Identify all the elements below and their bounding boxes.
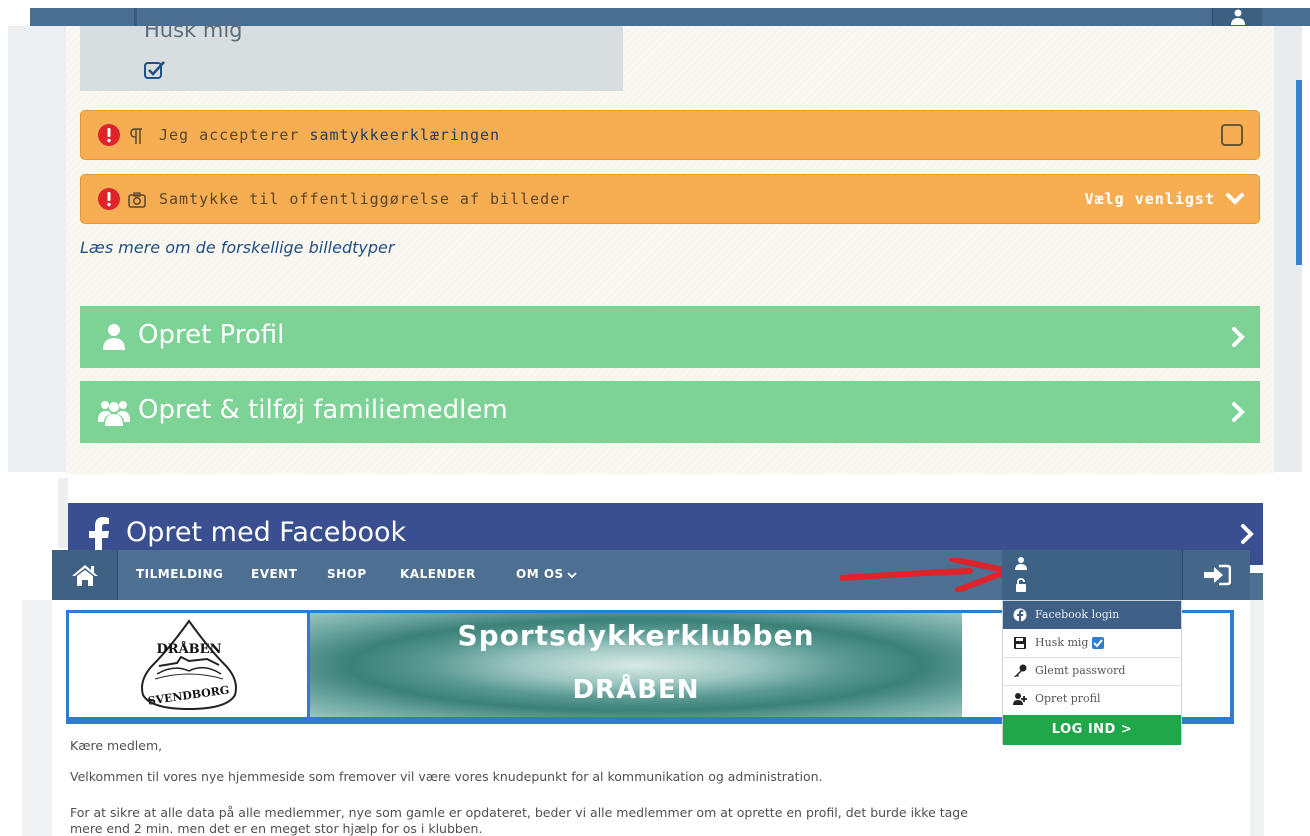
add-family-member-button[interactable]: Opret & tilføj familiemedlem [80,381,1260,443]
photo-consent-label: Samtykke til offentliggørelse af billede… [159,190,571,208]
right-gutter [1250,600,1264,836]
user-icon [1015,557,1027,570]
exclamation-circle-icon [98,124,120,146]
logo-top-text: DRÅBEN [157,641,222,657]
left-gutter [8,26,66,472]
user-plus-icon [1013,693,1027,705]
left-gutter [22,600,52,836]
consent-row[interactable]: Jeg accepterer samtykkeerklæringen [80,110,1260,160]
users-icon [98,401,130,426]
chevron-right-icon [1232,402,1245,422]
user-icon [103,324,125,350]
save-icon [1014,637,1026,649]
camera-icon [128,192,146,208]
nav-om-os-label: OM OS [516,567,564,581]
photo-consent-row[interactable]: Samtykke til offentliggørelse af billede… [80,174,1260,224]
main-navbar: TILMELDING EVENT SHOP KALENDER OM OS [52,550,1250,600]
club-logo: DRÅBEN SVENDBORG [69,613,307,717]
facebook-login-item[interactable]: Facebook login [1003,601,1181,629]
annotation-arrow [840,558,1010,592]
nav-tilmelding[interactable]: TILMELDING [136,567,223,581]
user-menu-button[interactable] [1212,8,1262,26]
add-family-member-label: Opret & tilføj familiemedlem [138,395,508,425]
log-in-button[interactable]: LOG IND > [1003,715,1181,745]
checked-checkbox-icon[interactable] [144,60,166,80]
nav-event[interactable]: EVENT [251,567,297,581]
consent-text: Jeg accepterer samtykkeerklæringen [159,126,500,144]
consent-prefix: Jeg accepterer [159,126,310,144]
chevron-right-icon [1241,524,1254,544]
create-profile-item[interactable]: Opret profil [1003,685,1181,713]
nav-kalender[interactable]: KALENDER [400,567,476,581]
scroll-indicator [1296,80,1302,265]
remember-me-label: Husk mig [144,18,243,42]
sign-in-icon [1204,564,1231,586]
create-profile-label: Opret Profil [138,320,285,350]
facebook-signup-label: Opret med Facebook [126,517,407,548]
login-button[interactable] [1182,550,1250,600]
remember-me-item-label: Husk mig [1035,636,1105,649]
key-icon [1014,664,1027,677]
facebook-login-label: Facebook login [1035,608,1120,621]
home-button[interactable] [52,550,118,600]
registration-form: Husk mig Jeg accepterer samtykkeerklærin… [66,18,1274,474]
remember-me-item[interactable]: Husk mig [1003,629,1181,657]
chevron-right-icon [1232,327,1245,347]
banner-title: Sportsdykkerklubben [457,619,815,652]
remember-me-box: Husk mig [80,18,623,91]
user-icon [1231,9,1245,25]
remember-me-text: Husk mig [1035,636,1089,649]
consent-checkbox[interactable] [1221,124,1243,146]
pilcrow-icon [130,128,142,144]
home-icon [72,565,98,586]
nav-shop[interactable]: SHOP [327,567,367,581]
facebook-icon [1013,608,1027,622]
read-more-link[interactable]: Læs mere om de forskellige billedtyper [80,238,394,257]
profile-paragraph-line2: mere end 2 min. men det er en meget stor… [70,821,483,836]
profile-paragraph-line1: For at sikre at alle data på alle medlem… [70,805,968,820]
forgot-password-item[interactable]: Glemt password [1003,657,1181,685]
create-profile-button[interactable]: Opret Profil [80,306,1260,368]
club-logo-graphic: DRÅBEN SVENDBORG [141,619,237,711]
consent-link[interactable]: samtykkeerklæringen [309,126,500,144]
remember-me-checkbox[interactable] [1092,637,1105,649]
navbar-separator [134,8,137,26]
chevron-down-icon[interactable] [1225,191,1245,207]
banner-water-image: Sportsdykkerklubben DRÅBEN [310,613,962,717]
chevron-down-icon [567,571,577,578]
check-icon [1093,639,1104,648]
banner-subtitle: DRÅBEN [572,675,700,705]
login-dropdown: Facebook login Husk mig Glemt password O… [1002,600,1182,745]
registration-screenshot: Husk mig Jeg accepterer samtykkeerklærin… [0,0,1310,480]
lock-icon [1016,578,1026,592]
nav-om-os[interactable]: OM OS [516,567,577,581]
welcome-paragraph: Velkommen til vores nye hjemmeside som f… [70,769,823,784]
homepage-screenshot: TILMELDING EVENT SHOP KALENDER OM OS DRÅ… [22,550,1264,836]
create-profile-item-label: Opret profil [1035,692,1101,705]
user-login-toggle[interactable] [1002,550,1182,600]
left-gutter [58,478,68,548]
greeting-text: Kære medlem, [70,738,163,753]
forgot-password-label: Glemt password [1035,664,1126,677]
photo-consent-select[interactable]: Vælg venligst [1085,190,1215,208]
exclamation-circle-icon [98,188,120,210]
